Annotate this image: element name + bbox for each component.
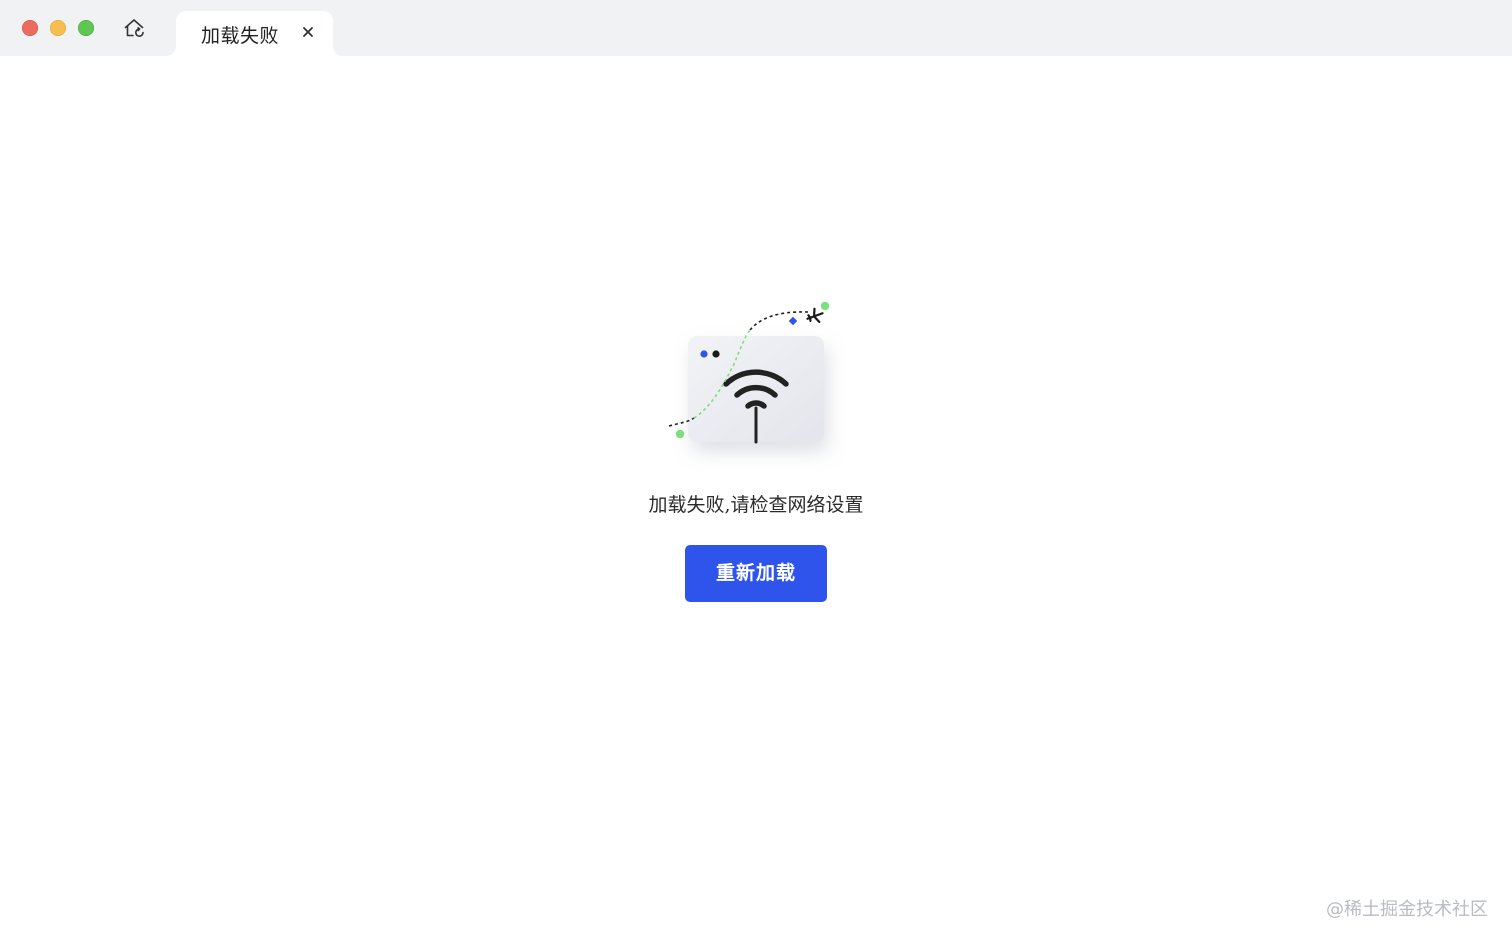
window-minimize-button[interactable]	[50, 20, 66, 36]
home-button[interactable]	[122, 16, 146, 40]
window-maximize-button[interactable]	[78, 20, 94, 36]
home-refresh-icon	[124, 19, 144, 37]
close-icon	[303, 27, 313, 37]
tab-active[interactable]: 加载失败	[176, 11, 333, 56]
tab-close-button[interactable]	[300, 24, 316, 40]
watermark: @稀土掘金技术社区	[1326, 899, 1488, 920]
app-window: 加载失败 加载失败,请检查网络设置 重新加载 @稀土掘金技术社区	[0, 0, 1512, 945]
wifi-offline-illustration	[668, 301, 830, 444]
error-illustration	[660, 298, 850, 478]
error-message: 加载失败,请检查网络设置	[648, 494, 864, 516]
title-bar: 加载失败	[0, 0, 1512, 56]
tab-title: 加载失败	[201, 25, 280, 47]
window-close-button[interactable]	[22, 20, 38, 36]
reload-button[interactable]: 重新加载	[685, 545, 827, 602]
main-content: 加载失败,请检查网络设置 重新加载	[0, 56, 1512, 945]
